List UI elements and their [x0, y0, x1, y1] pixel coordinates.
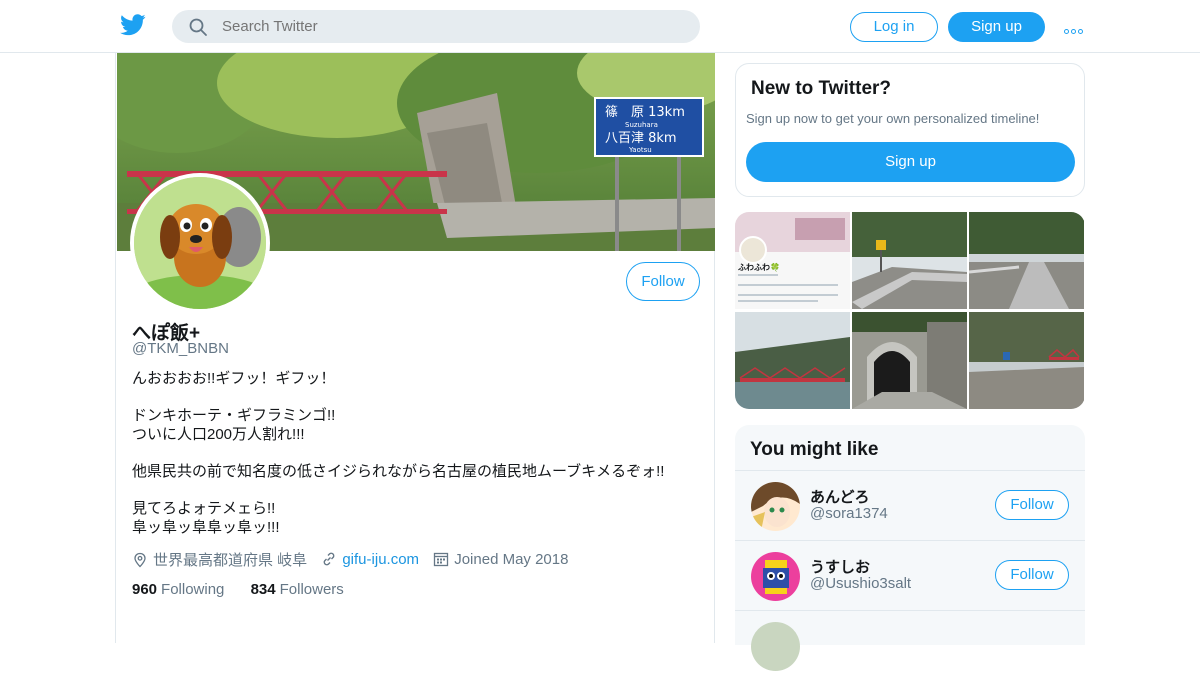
suggestion-handle: @Usushio3salt	[810, 575, 912, 592]
following-count: 960	[132, 581, 158, 598]
followers-label: Followers	[279, 581, 344, 598]
profile-avatar[interactable]	[130, 173, 270, 313]
location-item: 世界最高都道府県 岐阜	[132, 549, 307, 570]
profile-meta: 世界最高都道府県 岐阜 gifu-iju.com Joined May 2018	[132, 549, 578, 570]
new-to-twitter-title: New to Twitter?	[751, 78, 892, 99]
media-thumbnail-image	[735, 312, 850, 409]
media-thumbnail[interactable]	[969, 212, 1084, 309]
suggestion-follow-button[interactable]: Follow	[995, 490, 1069, 520]
followers-count: 834	[250, 581, 276, 598]
more-options-icon[interactable]	[1064, 18, 1086, 34]
profile-card: 篠 原 13km Suzuhara 八百津 8km Yaotsu Follow …	[115, 53, 715, 643]
search-box[interactable]	[172, 10, 700, 43]
banner-sign-line2-romaji: Yaotsu	[628, 146, 652, 154]
location-pin-icon	[134, 552, 146, 568]
joined-item: Joined May 2018	[433, 551, 568, 568]
suggestion-row[interactable]: あんどろ @sora1374 Follow	[735, 470, 1085, 540]
twitter-bird-icon[interactable]	[120, 14, 146, 36]
profile-stats: 960 Following 834 Followers	[132, 581, 366, 598]
suggestion-avatar-image	[751, 552, 800, 601]
suggestion-avatar[interactable]	[751, 552, 800, 601]
suggestion-follow-button[interactable]: Follow	[995, 560, 1069, 590]
joined-text: Joined May 2018	[454, 551, 569, 568]
media-thumbnail[interactable]	[735, 312, 850, 409]
follow-button[interactable]: Follow	[626, 262, 700, 301]
suggestion-avatar[interactable]	[751, 482, 800, 531]
media-thumbnail[interactable]: ふわふわ🍀	[735, 212, 850, 309]
followers-stat[interactable]: 834 Followers	[251, 581, 344, 598]
suggestion-handle: @sora1374	[810, 505, 888, 522]
banner-sign-line2: 八百津 8km	[605, 131, 677, 146]
media-thumbnail-image: ふわふわ🍀	[735, 212, 850, 309]
suggestion-row[interactable]: うすしお @Usushio3salt Follow	[735, 540, 1085, 610]
media-thumbnail[interactable]	[969, 312, 1084, 409]
media-thumbnail-title: ふわふわ🍀	[738, 262, 780, 272]
banner-sign-line1: 篠 原 13km	[605, 105, 685, 120]
website-link[interactable]: gifu-iju.com	[342, 551, 419, 568]
suggestion-row[interactable]	[735, 610, 1085, 680]
top-navigation-bar: Log in Sign up	[0, 0, 1200, 53]
bio-paragraph: ドンキホーテ・ギフラミンゴ!! ついに人口200万人割れ!!!	[132, 407, 336, 443]
search-input[interactable]	[222, 10, 682, 43]
new-to-twitter-card: New to Twitter? Sign up now to get your …	[735, 63, 1085, 197]
bio-paragraph: んおおおお!!ギフッ！ギフッ！	[132, 370, 336, 387]
profile-handle[interactable]: @TKM_BNBN	[132, 340, 229, 357]
banner-sign-line1-romaji: Suzuhara	[625, 121, 658, 129]
following-label: Following	[161, 581, 225, 598]
media-thumbnail-image	[969, 212, 1084, 309]
bio-paragraph: 見てろよォテメェら!! 阜ッ阜ッ阜阜ッ阜ッ!!!	[132, 500, 280, 536]
you-might-like-card: You might like あんどろ @sora1374 Follow うすし…	[735, 425, 1085, 671]
media-thumbnail[interactable]	[852, 312, 967, 409]
calendar-icon	[434, 552, 449, 567]
profile-bio: んおおおお!!ギフッ！ギフッ！ ドンキホーテ・ギフラミンゴ!! ついに人口200…	[132, 369, 702, 555]
signup-button[interactable]: Sign up	[948, 12, 1045, 42]
link-icon	[323, 552, 335, 566]
sidebar-signup-button[interactable]: Sign up	[746, 142, 1075, 182]
you-might-like-title: You might like	[750, 439, 879, 460]
new-to-twitter-description: Sign up now to get your own personalized…	[746, 111, 1040, 126]
following-stat[interactable]: 960 Following	[132, 581, 224, 598]
media-grid: ふわふわ🍀	[735, 212, 1085, 409]
media-thumbnail-image	[969, 312, 1084, 409]
bio-paragraph: 他県民共の前で知名度の低さイジられながら名古屋の植民地ムーブキメるぞォ!!	[132, 463, 665, 480]
login-button[interactable]: Log in	[850, 12, 938, 42]
suggestion-avatar-image	[751, 482, 800, 531]
search-icon	[189, 18, 207, 36]
media-thumbnail-image	[852, 212, 967, 309]
location-text: 世界最高都道府県 岐阜	[153, 552, 308, 569]
avatar-dog-illustration	[134, 177, 266, 309]
suggestion-name[interactable]: うすしお	[810, 556, 870, 577]
website-item[interactable]: gifu-iju.com	[321, 551, 419, 568]
suggestion-avatar[interactable]	[751, 622, 800, 671]
suggestion-name[interactable]: あんどろ	[810, 486, 870, 507]
media-thumbnail[interactable]	[852, 212, 967, 309]
media-thumbnail-image	[852, 312, 967, 409]
